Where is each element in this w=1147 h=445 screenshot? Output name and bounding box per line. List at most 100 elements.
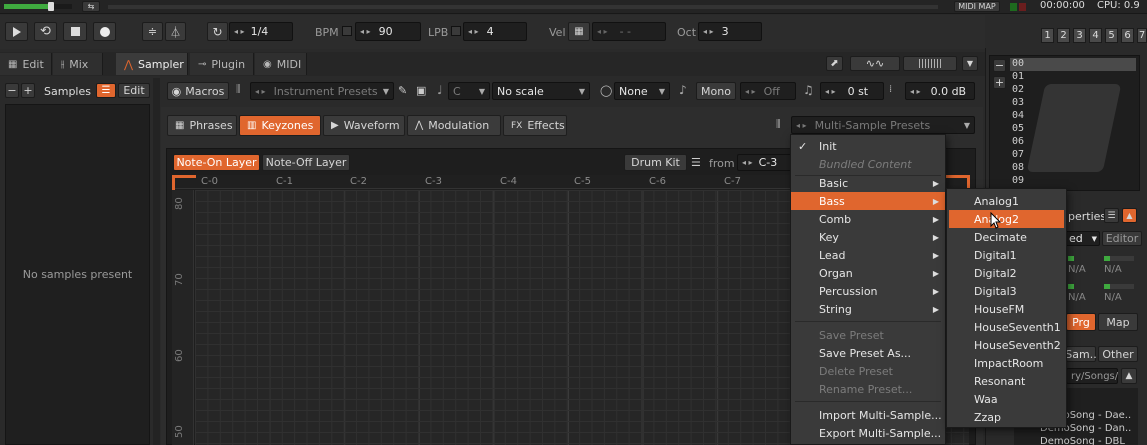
menu-item-rename-preset[interactable]: Rename Preset... (791, 380, 945, 398)
submenu-item[interactable]: HouseFM (949, 300, 1064, 318)
properties-list-button[interactable]: ☰ (1104, 208, 1119, 223)
sample-view-toggle[interactable]: ☰ (96, 83, 116, 98)
menu-item-bass[interactable]: Bass ▶ (791, 192, 945, 210)
program-number[interactable]: 04 (1012, 110, 1032, 121)
view-dropdown-button[interactable]: ▼ (962, 56, 978, 71)
velocity-field[interactable]: ◂ ▸ - - (592, 22, 666, 41)
submenu-item[interactable]: Digital3 (949, 282, 1064, 300)
mode-dropdown[interactable]: ed ▼ (1064, 231, 1100, 246)
tab-mix[interactable]: ⫲ Mix (53, 53, 103, 75)
velocity-keyboard-button[interactable]: ▦ (568, 22, 590, 41)
lpb-checkbox[interactable] (451, 26, 461, 36)
track-button-1[interactable]: 1 (1041, 28, 1054, 43)
submenu-item[interactable]: Waa (949, 390, 1064, 408)
submenu-item[interactable]: Digital1 (949, 246, 1064, 264)
file-item[interactable]: DemoSong - DBL (1040, 436, 1125, 445)
submenu-item[interactable]: ImpactRoom (949, 354, 1064, 372)
menu-item-export-multisample[interactable]: Export Multi-Sample... (791, 424, 945, 442)
program-number[interactable]: 05 (1012, 123, 1032, 134)
program-number[interactable]: 09 (1012, 175, 1032, 186)
add-program-button[interactable]: + (993, 76, 1006, 89)
track-button-4[interactable]: 4 (1089, 28, 1102, 43)
program-number[interactable]: 06 (1012, 136, 1032, 147)
na-slider[interactable] (1104, 284, 1134, 289)
samples-edit-button[interactable]: Edit (118, 83, 150, 98)
editor-button[interactable]: Editor (1102, 231, 1142, 246)
chord-dropdown[interactable]: None ▼ (614, 82, 670, 100)
tab-plugin[interactable]: ⊸ Plugin (190, 53, 254, 75)
track-button-3[interactable]: 3 (1073, 28, 1086, 43)
browser-path[interactable]: ry/Songs/ (1066, 368, 1118, 384)
menu-item-percussion[interactable]: Percussion ▶ (791, 282, 945, 300)
bpm-field[interactable]: ◂ ▸ 90 (355, 22, 421, 41)
prg-button[interactable]: Prg (1066, 313, 1096, 331)
scale-dropdown[interactable]: No scale ▼ (492, 82, 590, 100)
stop-button[interactable] (63, 22, 87, 41)
tab-midi[interactable]: ◉ MIDI (255, 53, 307, 75)
subtab-waveform[interactable]: ▶ Waveform (323, 115, 405, 136)
submenu-item[interactable]: Digital2 (949, 264, 1064, 282)
submenu-item[interactable]: HouseSeventh1 (949, 318, 1064, 336)
track-button-6[interactable]: 6 (1121, 28, 1134, 43)
remove-sample-button[interactable]: − (5, 83, 19, 98)
tab-sampler[interactable]: ⋀ Sampler (116, 53, 188, 75)
program-number[interactable]: 03 (1012, 97, 1032, 108)
other-button[interactable]: Other (1098, 346, 1138, 362)
submenu-item[interactable]: HouseSeventh2 (949, 336, 1064, 354)
program-number[interactable]: 00 (1012, 58, 1032, 69)
note-on-layer-button[interactable]: Note-On Layer (173, 154, 260, 171)
program-number[interactable]: 02 (1012, 84, 1032, 95)
track-button-2[interactable]: 2 (1057, 28, 1070, 43)
samples-browser-button[interactable]: Sam.. (1065, 346, 1097, 362)
menu-item-basic[interactable]: Basic ▶ (791, 174, 945, 192)
properties-collapse-button[interactable]: ▲ (1122, 208, 1137, 223)
menu-item-delete-preset[interactable]: Delete Preset (791, 362, 945, 380)
remove-program-button[interactable]: − (993, 59, 1006, 72)
from-field[interactable]: ◂ ▸ C-3 (737, 154, 797, 171)
midi-map-button[interactable]: MIDI MAP (954, 1, 1000, 12)
follow-button[interactable]: ↻ (207, 22, 228, 41)
transpose-field[interactable]: ◂ ▸ 0 st (820, 82, 884, 100)
track-button-5[interactable]: 5 (1105, 28, 1118, 43)
menu-item-import-multisample[interactable]: Import Multi-Sample... (791, 406, 945, 424)
menu-item-save-preset-as[interactable]: Save Preset As... (791, 344, 945, 362)
submenu-item[interactable]: Zzap (949, 408, 1064, 426)
subtab-phrases[interactable]: ▦ Phrases (167, 115, 237, 136)
subtab-keyzones[interactable]: ▥ Keyzones (239, 115, 321, 136)
volume-field[interactable]: ◂ ▸ 0.0 dB (905, 82, 975, 100)
lpb-field[interactable]: ◂ ▸ 4 (463, 22, 527, 41)
edit-preset-icon[interactable]: ✎ (398, 84, 407, 97)
key-dropdown[interactable]: C ▼ (448, 82, 490, 100)
menu-item-lead[interactable]: Lead ▶ (791, 246, 945, 264)
bpm-checkbox[interactable] (342, 26, 352, 36)
octave-field[interactable]: ◂ ▸ 3 (698, 22, 762, 41)
menu-item-string[interactable]: String ▶ (791, 300, 945, 318)
mono-button[interactable]: Mono (696, 82, 736, 100)
scope-button[interactable]: ∿∿ (850, 56, 900, 71)
na-slider[interactable] (1068, 284, 1074, 289)
menu-item-key[interactable]: Key ▶ (791, 228, 945, 246)
play-button[interactable] (5, 22, 28, 41)
tab-edit[interactable]: ▦ Edit (0, 53, 52, 75)
multi-sample-presets-dropdown[interactable]: ◂ ▸ Multi-Sample Presets ▼ (791, 116, 975, 134)
subtab-effects[interactable]: FX Effects (503, 115, 567, 136)
save-icon[interactable]: ▣ (416, 84, 426, 97)
parent-folder-button[interactable]: ▲ (1121, 368, 1137, 384)
menu-item-comb[interactable]: Comb ▶ (791, 210, 945, 228)
na-slider[interactable] (1068, 256, 1074, 261)
record-button[interactable] (93, 22, 116, 41)
menu-icon[interactable]: ☰ (691, 156, 701, 169)
submenu-item[interactable]: Resonant (949, 372, 1064, 390)
map-button[interactable]: Map (1098, 313, 1138, 331)
menu-item-init[interactable]: ✓ Init (791, 137, 945, 155)
meter-knob[interactable] (48, 2, 54, 11)
metronome-button[interactable]: ⏃ (165, 22, 186, 41)
edit-step-field[interactable]: ◂ ▸ 1/4 (229, 22, 293, 41)
note-off-layer-button[interactable]: Note-Off Layer (262, 154, 350, 171)
menu-item-organ[interactable]: Organ ▶ (791, 264, 945, 282)
detach-button[interactable]: ⬈ (826, 56, 843, 71)
scope-toggle-button[interactable]: ⇆ (82, 1, 100, 12)
add-sample-button[interactable]: + (21, 83, 35, 98)
submenu-item[interactable]: Decimate (949, 228, 1064, 246)
metronome-settings-button[interactable]: ≑ (142, 22, 163, 41)
